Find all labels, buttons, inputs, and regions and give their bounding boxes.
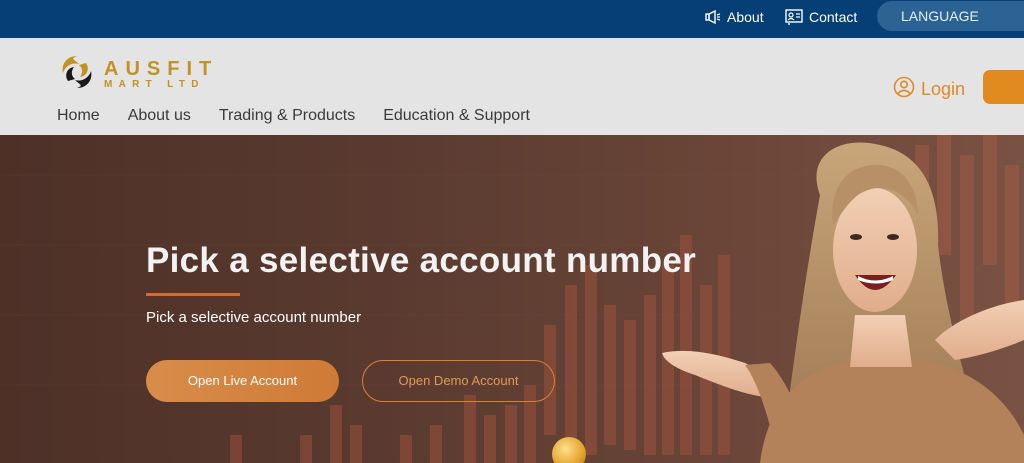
- register-button[interactable]: [983, 70, 1024, 104]
- contact-card-icon: [785, 9, 803, 25]
- about-link[interactable]: About: [705, 9, 764, 25]
- hero-subtitle: Pick a selective account number: [146, 309, 362, 326]
- user-icon: [893, 76, 915, 103]
- brand-logo[interactable]: AUSFIT MART LTD: [58, 53, 218, 96]
- nav-item-trading-products[interactable]: Trading & Products: [219, 107, 355, 125]
- contact-label: Contact: [809, 9, 858, 25]
- brand-wordmark: AUSFIT MART LTD: [104, 59, 218, 91]
- hero-background-chart: [0, 135, 1024, 463]
- language-selector[interactable]: LANGUAGE: [877, 1, 1024, 31]
- open-demo-account-button[interactable]: Open Demo Account: [362, 360, 555, 402]
- megaphone-icon: [705, 10, 721, 24]
- hero-banner: Pick a selective account number Pick a s…: [0, 135, 1024, 463]
- open-live-account-button[interactable]: Open Live Account: [146, 360, 339, 402]
- login-label: Login: [921, 79, 966, 99]
- brand-subname: MART LTD: [104, 78, 205, 90]
- login-link[interactable]: Login: [893, 76, 965, 103]
- site-header: AUSFIT MART LTD Home About us Trading & …: [0, 38, 1024, 135]
- hero-title: Pick a selective account number: [146, 241, 697, 280]
- hero-title-underline: [146, 293, 240, 296]
- about-label: About: [727, 9, 764, 25]
- brand-name: AUSFIT: [104, 57, 219, 80]
- top-bar: About Contact LANGUAGE: [0, 0, 1024, 38]
- nav-item-home[interactable]: Home: [57, 107, 100, 125]
- brand-swirl-icon: [58, 53, 96, 96]
- main-nav: Home About us Trading & Products Educati…: [57, 107, 558, 125]
- nav-item-about-us[interactable]: About us: [128, 107, 191, 125]
- gold-coin-graphic: [552, 437, 586, 463]
- nav-item-education-support[interactable]: Education & Support: [383, 107, 530, 125]
- contact-link[interactable]: Contact: [785, 9, 857, 25]
